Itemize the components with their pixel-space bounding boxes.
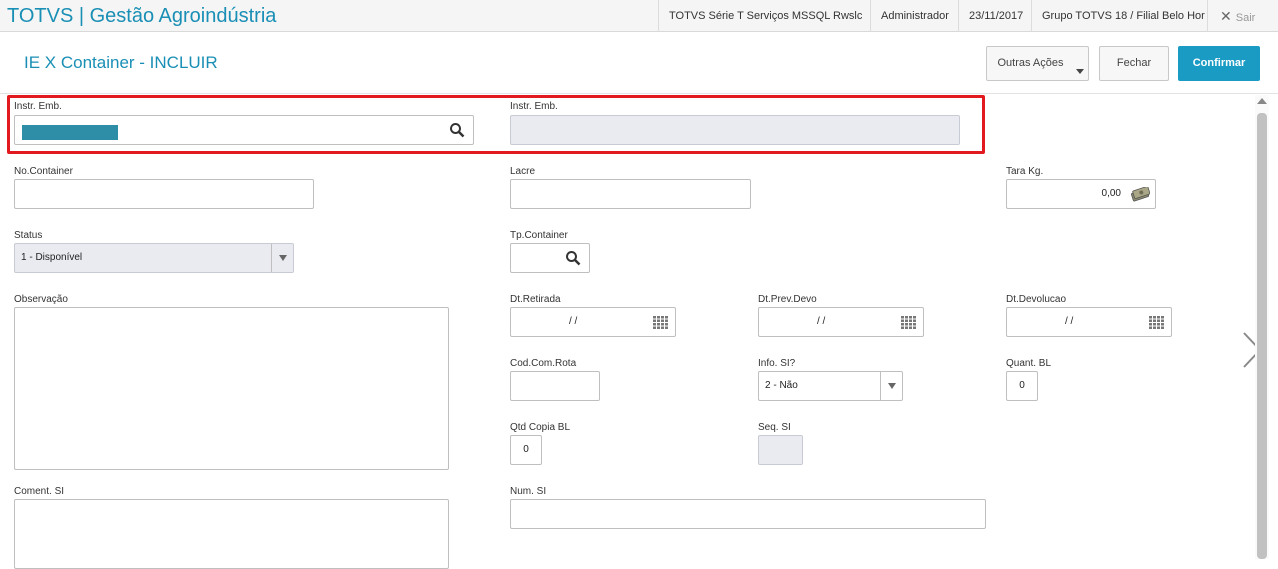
- more-actions-label: Outras Ações: [997, 57, 1064, 69]
- user-name: Administrador: [870, 0, 959, 32]
- bl-copy-qty-input[interactable]: 0: [510, 435, 542, 465]
- exit-button[interactable]: ✕ Sair: [1207, 0, 1278, 32]
- si-info-select[interactable]: 2 - Não: [758, 371, 903, 401]
- status-select[interactable]: 1 - Disponível: [14, 243, 294, 273]
- route-code-label: Cod.Com.Rota: [510, 358, 577, 369]
- instr-emb-desc-field: [510, 115, 960, 145]
- route-code-input[interactable]: [510, 371, 600, 401]
- expected-return-input[interactable]: / /: [758, 307, 924, 337]
- return-date-value: / /: [1065, 316, 1074, 327]
- si-number-label: Num. SI: [510, 486, 547, 497]
- chevron-down-icon[interactable]: [880, 372, 902, 400]
- si-seq-label: Seq. SI: [758, 422, 791, 433]
- bl-qty-label: Quant. BL: [1006, 358, 1052, 369]
- si-seq-field: [758, 435, 803, 465]
- seal-input[interactable]: [510, 179, 751, 209]
- pickup-date-label: Dt.Retirada: [510, 294, 561, 305]
- system-date: 23/11/2017: [958, 0, 1033, 32]
- page-title: IE X Container - INCLUIR: [24, 53, 218, 72]
- instr-emb-desc-label: Instr. Emb.: [510, 101, 558, 112]
- notes-label: Observação: [14, 294, 68, 305]
- container-type-label: Tp.Container: [510, 230, 568, 241]
- calendar-icon[interactable]: [1149, 316, 1164, 329]
- pickup-date-input[interactable]: / /: [510, 307, 676, 337]
- si-info-label: Info. SI?: [758, 358, 796, 369]
- bl-qty-value: 0: [1019, 380, 1025, 391]
- expected-return-label: Dt.Prev.Devo: [758, 294, 817, 305]
- pickup-date-value: / /: [569, 316, 578, 327]
- container-type-input[interactable]: [510, 243, 590, 273]
- bl-copy-qty-label: Qtd Copia BL: [510, 422, 571, 433]
- top-bar: TOTVS | Gestão Agroindústria TOTVS Série…: [0, 0, 1278, 32]
- seal-label: Lacre: [510, 166, 536, 177]
- si-number-input[interactable]: [510, 499, 986, 529]
- search-icon[interactable]: [565, 250, 581, 266]
- si-info-value: 2 - Não: [765, 380, 798, 391]
- more-actions-button[interactable]: Outras Ações: [986, 46, 1089, 81]
- close-icon: ✕: [1220, 8, 1232, 24]
- instr-emb-code-input[interactable]: [14, 115, 474, 145]
- status-label: Status: [14, 230, 43, 241]
- expected-return-value: / /: [817, 316, 826, 327]
- container-no-input[interactable]: [14, 179, 314, 209]
- scrollbar-thumb[interactable]: [1257, 113, 1267, 559]
- system-environment: TOTVS Série T Serviços MSSQL Rwslc: [658, 0, 872, 32]
- tare-input[interactable]: 0,00: [1006, 179, 1156, 209]
- status-value: 1 - Disponível: [21, 252, 83, 263]
- tare-label: Tara Kg.: [1006, 166, 1044, 177]
- bl-qty-input[interactable]: 0: [1006, 371, 1038, 401]
- si-comment-label: Coment. SI: [14, 486, 65, 497]
- chevron-down-icon: [1076, 69, 1084, 74]
- return-date-label: Dt.Devolucao: [1006, 294, 1067, 305]
- branch-name: Grupo TOTVS 18 / Filial Belo Hor: [1031, 0, 1215, 32]
- search-icon[interactable]: [449, 122, 465, 138]
- instr-emb-code-label: Instr. Emb.: [14, 101, 62, 112]
- page-header: IE X Container - INCLUIR Outras Ações Fe…: [0, 33, 1278, 94]
- calendar-icon[interactable]: [901, 316, 916, 329]
- tare-value: 0,00: [1101, 188, 1121, 199]
- scroll-up-icon[interactable]: [1257, 98, 1267, 104]
- confirm-button[interactable]: Confirmar: [1178, 46, 1260, 81]
- calendar-icon[interactable]: [653, 316, 668, 329]
- chevron-down-icon[interactable]: [271, 244, 293, 272]
- container-no-label: No.Container: [14, 166, 73, 177]
- selected-text-highlight: [22, 125, 118, 140]
- app-title: TOTVS | Gestão Agroindústria: [7, 5, 277, 27]
- exit-label: Sair: [1235, 12, 1256, 24]
- bl-copy-qty-value: 0: [523, 444, 529, 455]
- return-date-input[interactable]: / /: [1006, 307, 1172, 337]
- money-icon[interactable]: [1131, 187, 1150, 203]
- notes-textarea[interactable]: [14, 307, 449, 470]
- close-button[interactable]: Fechar: [1099, 46, 1169, 81]
